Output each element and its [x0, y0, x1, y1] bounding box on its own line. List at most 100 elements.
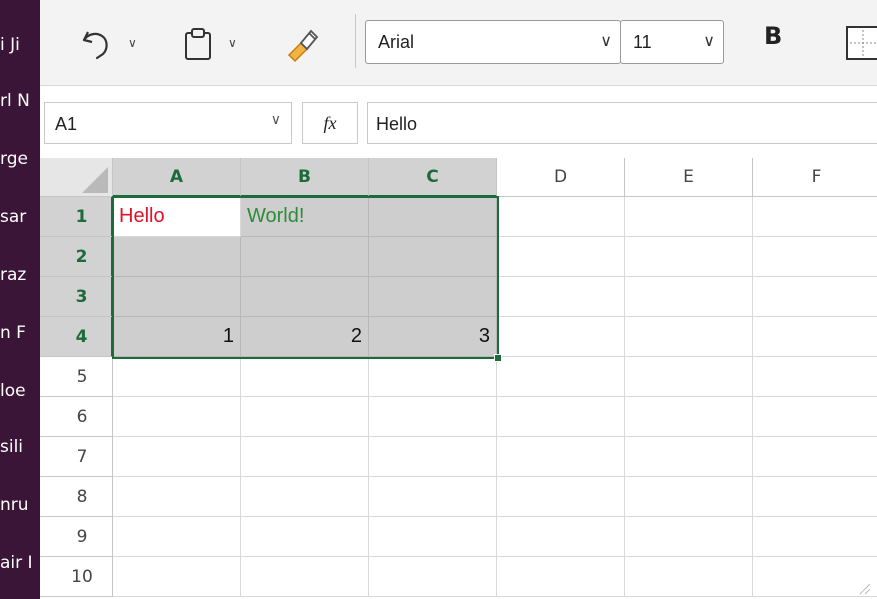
cell-c3[interactable] — [369, 277, 497, 317]
cell-d10[interactable] — [497, 557, 625, 597]
cell-f5[interactable] — [753, 357, 877, 397]
resize-grip-icon[interactable] — [857, 581, 871, 595]
borders-button[interactable] — [846, 26, 877, 60]
cell-f7[interactable] — [753, 437, 877, 477]
fill-handle[interactable] — [494, 354, 502, 362]
cell-d6[interactable] — [497, 397, 625, 437]
row-header-8[interactable]: 8 — [40, 477, 113, 517]
format-painter-button[interactable] — [280, 22, 324, 66]
row-header-9[interactable]: 9 — [40, 517, 113, 557]
cell-d5[interactable] — [497, 357, 625, 397]
left-panel-item[interactable]: air I — [0, 548, 33, 578]
column-header-d[interactable]: D — [497, 158, 625, 197]
undo-dropdown-chevron[interactable]: ∨ — [128, 36, 137, 50]
column-header-e[interactable]: E — [625, 158, 753, 197]
cell-b1[interactable]: World! — [241, 197, 369, 237]
cell-d3[interactable] — [497, 277, 625, 317]
left-panel-item[interactable]: sili — [0, 432, 23, 462]
cell-e9[interactable] — [625, 517, 753, 557]
cell-f3[interactable] — [753, 277, 877, 317]
cell-c5[interactable] — [369, 357, 497, 397]
insert-function-button[interactable]: fx — [302, 102, 358, 144]
cell-a7[interactable] — [113, 437, 241, 477]
row-header-3[interactable]: 3 — [40, 277, 113, 317]
cell-b2[interactable] — [241, 237, 369, 277]
left-panel-item[interactable]: sar — [0, 202, 26, 232]
cell-d4[interactable] — [497, 317, 625, 357]
name-box[interactable]: A1 ∨ — [44, 102, 292, 144]
left-panel-item[interactable]: i Ji — [0, 30, 20, 60]
cell-c1[interactable] — [369, 197, 497, 237]
cell-a5[interactable] — [113, 357, 241, 397]
cell-e8[interactable] — [625, 477, 753, 517]
cell-d8[interactable] — [497, 477, 625, 517]
cell-b4[interactable]: 2 — [241, 317, 369, 357]
cell-f6[interactable] — [753, 397, 877, 437]
cell-f8[interactable] — [753, 477, 877, 517]
cell-a9[interactable] — [113, 517, 241, 557]
cell-c4[interactable]: 3 — [369, 317, 497, 357]
cell-a3[interactable] — [113, 277, 241, 317]
left-panel-item[interactable]: loe — [0, 376, 26, 406]
select-all-corner[interactable] — [40, 158, 113, 197]
left-panel-item[interactable]: rl N — [0, 86, 30, 116]
cell-d7[interactable] — [497, 437, 625, 477]
cell-e10[interactable] — [625, 557, 753, 597]
cell-a10[interactable] — [113, 557, 241, 597]
cell-d2[interactable] — [497, 237, 625, 277]
cell-f2[interactable] — [753, 237, 877, 277]
cell-e6[interactable] — [625, 397, 753, 437]
paste-button[interactable] — [178, 24, 218, 64]
cell-e2[interactable] — [625, 237, 753, 277]
cell-c2[interactable] — [369, 237, 497, 277]
cell-f4[interactable] — [753, 317, 877, 357]
cell-e1[interactable] — [625, 197, 753, 237]
cell-b7[interactable] — [241, 437, 369, 477]
cell-b10[interactable] — [241, 557, 369, 597]
cell-a1[interactable]: Hello — [113, 197, 241, 237]
cell-e4[interactable] — [625, 317, 753, 357]
cell-c9[interactable] — [369, 517, 497, 557]
row-header-4[interactable]: 4 — [40, 317, 113, 357]
cell-d1[interactable] — [497, 197, 625, 237]
cell-e5[interactable] — [625, 357, 753, 397]
cell-e7[interactable] — [625, 437, 753, 477]
column-header-b[interactable]: B — [241, 158, 369, 197]
undo-button[interactable] — [76, 24, 116, 64]
cell-e3[interactable] — [625, 277, 753, 317]
left-panel-item[interactable]: n F — [0, 318, 26, 348]
cell-a4[interactable]: 1 — [113, 317, 241, 357]
cell-f1[interactable] — [753, 197, 877, 237]
column-header-a[interactable]: A — [113, 158, 241, 197]
cell-c7[interactable] — [369, 437, 497, 477]
cell-c6[interactable] — [369, 397, 497, 437]
font-name-select[interactable]: Arial ∨ — [365, 20, 621, 64]
cell-c10[interactable] — [369, 557, 497, 597]
left-panel-item[interactable]: rge — [0, 144, 28, 174]
bold-button[interactable]: B — [764, 22, 782, 50]
column-header-f[interactable]: F — [753, 158, 877, 197]
font-size-select[interactable]: 11 ∨ — [620, 20, 724, 64]
cell-b3[interactable] — [241, 277, 369, 317]
cell-b5[interactable] — [241, 357, 369, 397]
row-header-10[interactable]: 10 — [40, 557, 113, 597]
row-header-7[interactable]: 7 — [40, 437, 113, 477]
cell-a6[interactable] — [113, 397, 241, 437]
cell-b6[interactable] — [241, 397, 369, 437]
column-header-c[interactable]: C — [369, 158, 497, 197]
left-panel-item[interactable]: raz — [0, 260, 26, 290]
row-header-1[interactable]: 1 — [40, 197, 113, 237]
cell-b9[interactable] — [241, 517, 369, 557]
cell-c8[interactable] — [369, 477, 497, 517]
formula-input[interactable]: Hello — [367, 102, 877, 144]
row-header-5[interactable]: 5 — [40, 357, 113, 397]
left-panel-item[interactable]: nru — [0, 490, 29, 520]
cell-b8[interactable] — [241, 477, 369, 517]
cell-f9[interactable] — [753, 517, 877, 557]
row-header-6[interactable]: 6 — [40, 397, 113, 437]
row-header-2[interactable]: 2 — [40, 237, 113, 277]
paste-dropdown-chevron[interactable]: ∨ — [228, 36, 237, 50]
cell-d9[interactable] — [497, 517, 625, 557]
cell-a2[interactable] — [113, 237, 241, 277]
cell-a8[interactable] — [113, 477, 241, 517]
